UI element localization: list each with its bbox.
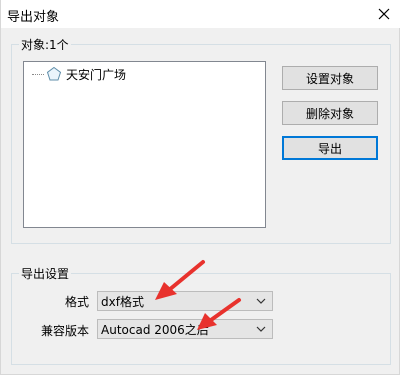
export-object-dialog: 导出对象 对象:1个 天安门广场 设置对象 删除对象 导出 导出设置 格式 dx… — [0, 0, 400, 375]
format-value: dxf格式 — [101, 294, 144, 309]
close-icon — [378, 8, 390, 20]
format-label: 格式 — [65, 295, 90, 309]
tree-item-label: 天安门广场 — [66, 67, 127, 82]
object-tree[interactable]: 天安门广场 — [23, 61, 266, 228]
close-button[interactable] — [367, 0, 400, 28]
export-button[interactable]: 导出 — [282, 136, 378, 160]
title-bar: 导出对象 — [1, 0, 400, 28]
export-settings-label: 导出设置 — [19, 265, 72, 282]
pentagon-shape-icon — [46, 66, 62, 81]
chevron-down-icon — [256, 298, 266, 304]
objects-group-label: 对象:1个 — [19, 36, 71, 53]
tree-item[interactable]: 天安门广场 — [32, 66, 126, 82]
delete-object-button[interactable]: 删除对象 — [282, 101, 378, 125]
set-object-button[interactable]: 设置对象 — [282, 66, 378, 90]
chevron-down-icon — [256, 326, 266, 332]
tree-connector — [32, 73, 44, 75]
compat-version-label: 兼容版本 — [41, 324, 90, 338]
window-title: 导出对象 — [7, 10, 60, 25]
compat-version-select[interactable]: Autocad 2006之后 — [97, 319, 273, 339]
annotation-arrow — [197, 298, 241, 330]
